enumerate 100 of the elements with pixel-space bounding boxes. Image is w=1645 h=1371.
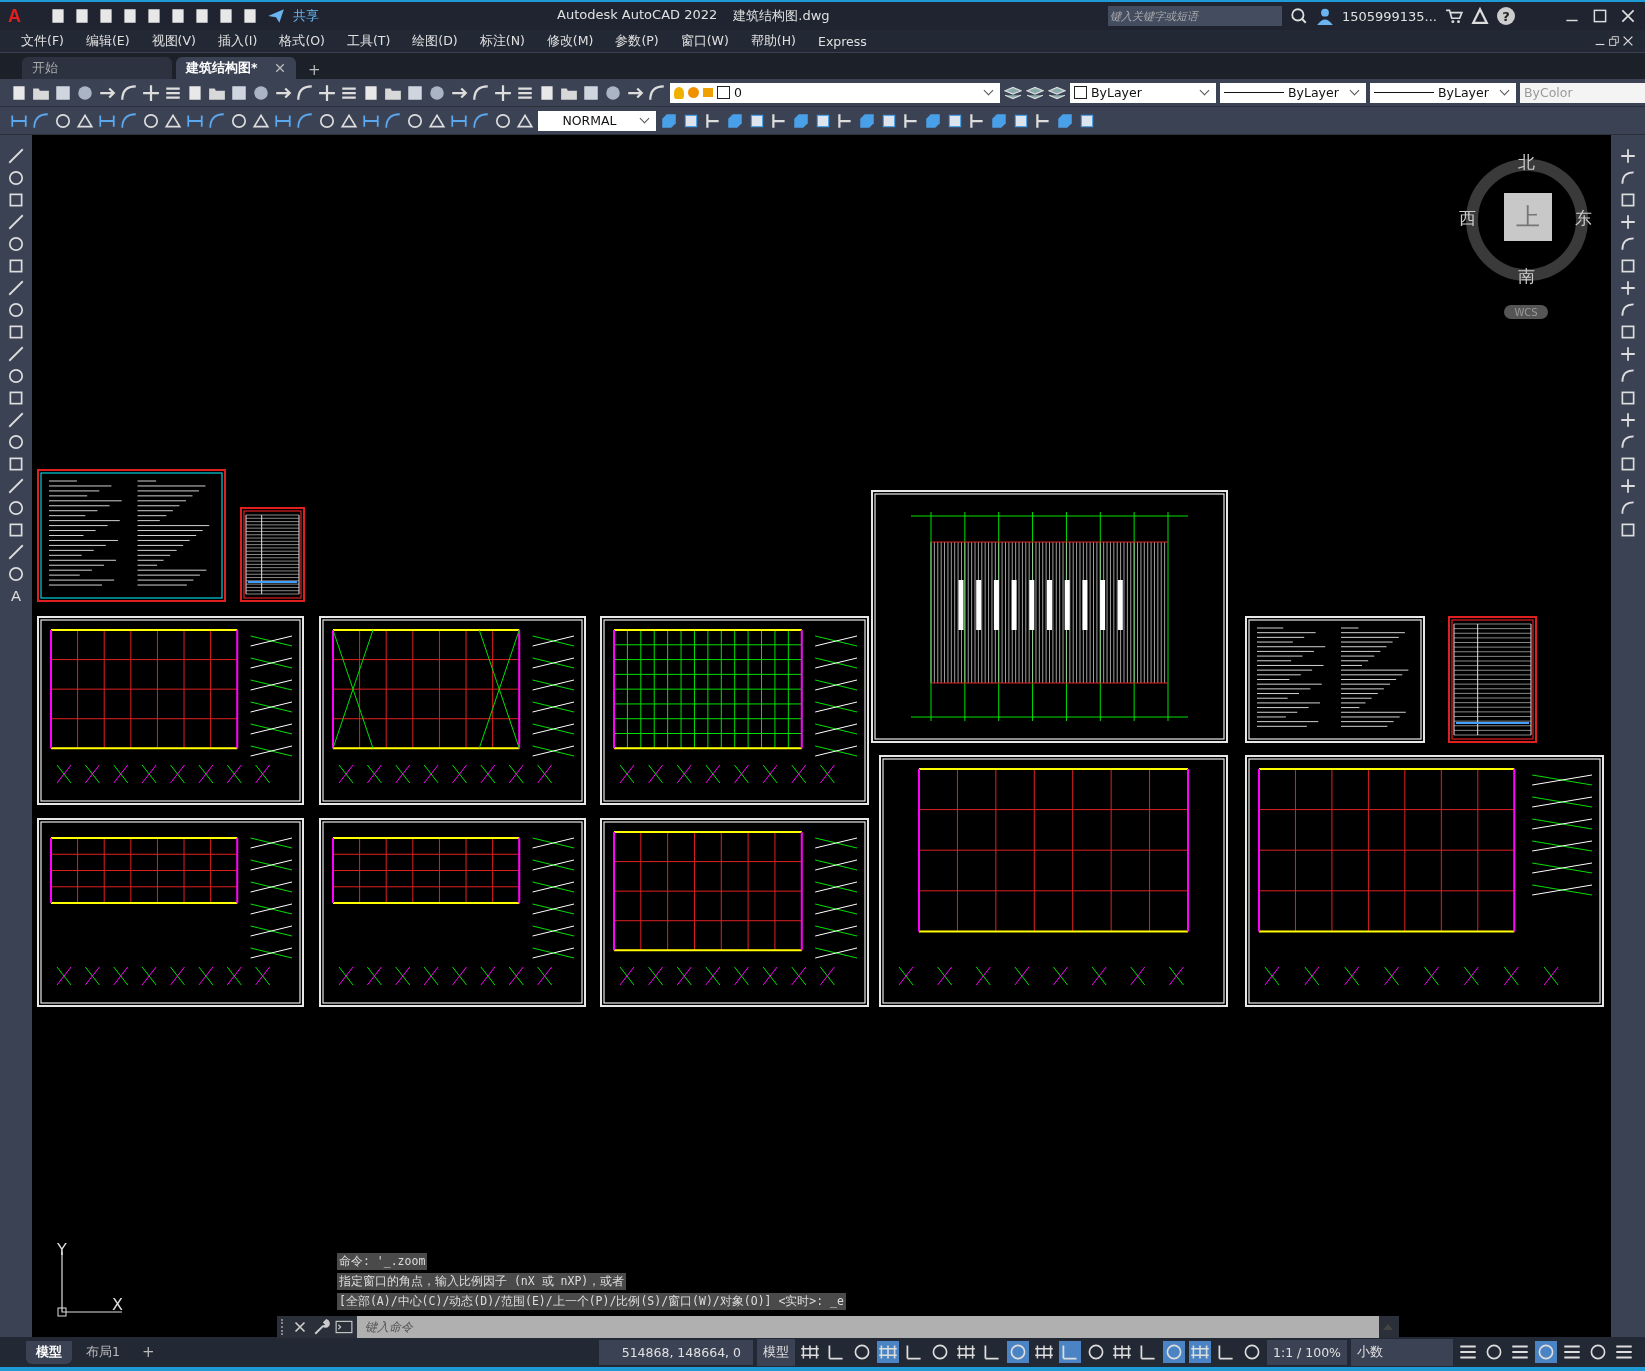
tool-icon[interactable] (582, 83, 600, 102)
draw-tool-icon[interactable] (7, 345, 25, 363)
modify-tool-icon[interactable] (1619, 455, 1637, 473)
tool-icon[interactable] (217, 7, 235, 25)
tool-icon[interactable] (186, 83, 204, 102)
draw-tool-icon[interactable] (7, 301, 25, 319)
tool-icon[interactable] (97, 7, 115, 25)
tool-icon[interactable] (296, 83, 314, 102)
restore-icon[interactable] (1607, 34, 1621, 48)
tool-icon[interactable] (704, 111, 722, 130)
menu-item[interactable]: 文件(F) (10, 32, 75, 50)
tool-icon[interactable] (145, 7, 163, 25)
modify-tool-icon[interactable] (1619, 301, 1637, 319)
compass-label[interactable]: 西 (1459, 207, 1476, 230)
units-dropdown[interactable]: 小数 (1351, 1338, 1453, 1366)
tool-icon[interactable] (1034, 111, 1052, 130)
status-toggle-icon[interactable] (1163, 1341, 1185, 1363)
tool-icon[interactable] (54, 83, 72, 102)
triangle-network-icon[interactable] (1471, 7, 1489, 25)
tool-icon[interactable] (836, 111, 854, 130)
model-space-button[interactable]: 模型 (757, 1338, 795, 1366)
draw-tool-icon[interactable] (7, 389, 25, 407)
tool-icon[interactable] (406, 111, 424, 130)
document-tab[interactable]: 建筑结构图* (176, 57, 296, 79)
modify-tool-icon[interactable] (1619, 499, 1637, 517)
tool-icon[interactable] (241, 7, 259, 25)
menu-item[interactable]: 绘图(D) (401, 32, 469, 50)
tool-icon[interactable] (230, 111, 248, 130)
help-button[interactable]: ? (1497, 7, 1515, 25)
tool-icon[interactable] (318, 111, 336, 130)
compass-label[interactable]: 东 (1575, 207, 1592, 230)
menu-item[interactable]: 标注(N) (468, 32, 536, 50)
annotation-scale-button[interactable]: 1:1 / 100% (1267, 1339, 1347, 1365)
menu-item[interactable]: Express (807, 33, 878, 49)
draw-tool-icon[interactable] (7, 477, 25, 495)
status-toggle-icon[interactable] (1535, 1341, 1557, 1363)
draw-tool-icon[interactable] (7, 257, 25, 275)
layout-tab[interactable]: 布局1 (76, 1340, 130, 1364)
tool-icon[interactable] (362, 83, 380, 102)
modify-tool-icon[interactable] (1619, 367, 1637, 385)
draw-tool-icon[interactable] (7, 169, 25, 187)
modify-tool-icon[interactable] (1619, 521, 1637, 539)
menu-item[interactable]: 编辑(E) (74, 32, 141, 50)
share-button[interactable]: 共享 (293, 7, 319, 25)
close-icon[interactable] (1621, 34, 1635, 48)
compass-label[interactable]: 北 (1518, 151, 1535, 174)
draw-tool-icon[interactable] (7, 147, 25, 165)
modify-tool-icon[interactable] (1619, 411, 1637, 429)
user-icon[interactable] (1315, 7, 1334, 25)
property-dropdown[interactable]: ByLayer (1370, 82, 1516, 103)
modify-tool-icon[interactable] (1619, 477, 1637, 495)
draw-tool-icon[interactable] (7, 213, 25, 231)
modify-tool-icon[interactable] (1619, 323, 1637, 341)
status-toggle-icon[interactable] (1189, 1341, 1211, 1363)
close-icon[interactable] (274, 62, 286, 74)
draw-tool-icon[interactable] (7, 455, 25, 473)
paper-plane-icon[interactable] (267, 7, 285, 25)
terminal-icon[interactable] (335, 1318, 353, 1336)
menu-item[interactable]: 修改(M) (535, 32, 605, 50)
command-input[interactable]: 键入命令 (357, 1316, 1379, 1338)
status-toggle-icon[interactable] (1059, 1341, 1081, 1363)
tool-icon[interactable] (142, 111, 160, 130)
drawing-canvas[interactable]: 北 西 上 东 南 WCS Y X 命令: '_.zoom 指定窗口的角点，输入比例因子 (nX 或 nXP)，或者 [全部(A)/中心(C)/动态(D)/范围(E)/上一个(P)/比例(S)/窗口(W)/对象(O)] <实时>: _e 键入命令 (32, 135, 1611, 1337)
close-icon[interactable] (1619, 7, 1637, 25)
draw-tool-icon[interactable] (7, 367, 25, 385)
draw-tool-icon[interactable] (7, 521, 25, 539)
new-tab-button[interactable]: + (300, 61, 329, 79)
layout-tab[interactable]: 模型 (26, 1340, 72, 1364)
tool-icon[interactable] (169, 7, 187, 25)
user-name[interactable]: 1505999135... (1341, 8, 1437, 24)
property-dropdown[interactable]: ByLayer (1220, 82, 1366, 103)
search-field[interactable]: 键入关键字或短语 (1107, 6, 1282, 26)
tool-icon[interactable] (648, 83, 666, 102)
menu-item[interactable]: 工具(T) (335, 32, 402, 50)
tool-icon[interactable] (121, 7, 139, 25)
draw-tool-icon[interactable] (7, 499, 25, 517)
tool-icon[interactable] (49, 7, 67, 25)
tool-icon[interactable] (902, 111, 920, 130)
menu-item[interactable]: 视图(V) (140, 32, 207, 50)
modify-tool-icon[interactable] (1619, 235, 1637, 253)
modify-tool-icon[interactable] (1619, 345, 1637, 363)
layer-dropdown[interactable]: 0 (670, 82, 1000, 103)
modify-tool-icon[interactable] (1619, 191, 1637, 209)
menu-item[interactable]: 插入(I) (206, 32, 269, 50)
status-toggle-icon[interactable] (877, 1341, 899, 1363)
draw-tool-icon[interactable] (7, 279, 25, 297)
menu-item[interactable]: 帮助(H) (739, 32, 807, 50)
draw-tool-icon[interactable] (7, 543, 25, 561)
modify-tool-icon[interactable] (1619, 279, 1637, 297)
tool-icon[interactable] (770, 111, 788, 130)
tool-icon[interactable] (73, 7, 91, 25)
document-tab[interactable]: 开始 (22, 57, 172, 79)
draw-tool-icon[interactable] (7, 565, 25, 583)
search-icon[interactable] (1289, 7, 1308, 25)
draw-tool-icon[interactable] (7, 433, 25, 451)
tool-icon[interactable] (54, 111, 72, 130)
modify-tool-icon[interactable] (1619, 433, 1637, 451)
modify-tool-icon[interactable] (1619, 257, 1637, 275)
menu-item[interactable]: 格式(O) (268, 32, 336, 50)
tool-icon[interactable] (120, 83, 138, 102)
